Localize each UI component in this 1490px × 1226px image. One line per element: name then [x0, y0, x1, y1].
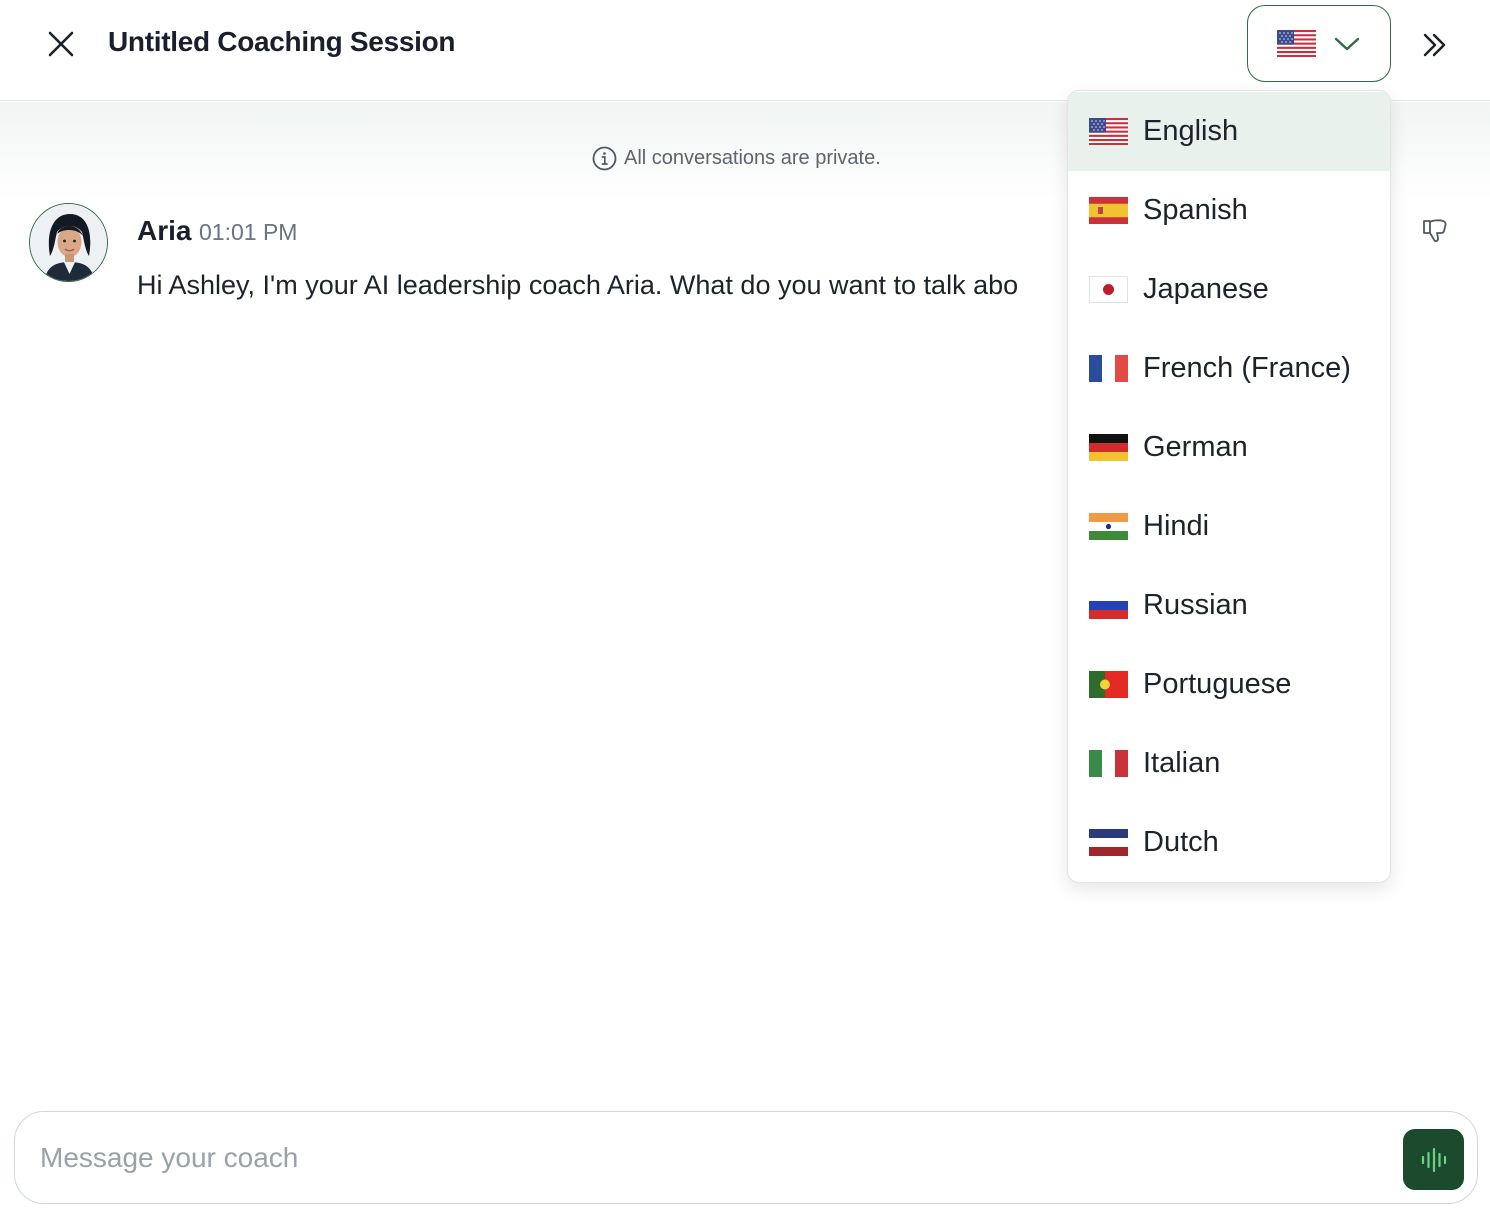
language-option-label: Japanese [1143, 273, 1269, 305]
thumbs-down-icon [1423, 219, 1447, 242]
close-icon [48, 31, 74, 57]
page-title: Untitled Coaching Session [108, 26, 456, 57]
france-flag-icon [1089, 355, 1128, 382]
message-composer [14, 1111, 1478, 1204]
language-option-label: French (France) [1143, 352, 1351, 384]
message-timestamp: 01:01 PM [199, 219, 298, 245]
privacy-text: All conversations are private. [624, 147, 881, 169]
language-option-italian[interactable]: Italian [1068, 724, 1390, 803]
language-selector-button[interactable] [1247, 5, 1391, 82]
language-option-label: Russian [1143, 589, 1248, 621]
italy-flag-icon [1089, 750, 1128, 777]
language-option-label: German [1143, 431, 1248, 463]
avatar [29, 203, 108, 282]
india-flag-icon [1089, 513, 1128, 540]
chevron-down-icon [1334, 37, 1360, 50]
language-option-label: Portuguese [1143, 668, 1292, 700]
double-chevron-right-icon [1423, 33, 1446, 57]
message-text: Hi Ashley, I'm your AI leadership coach … [137, 270, 1019, 300]
us-flag-icon [1277, 30, 1316, 57]
language-dropdown: English Spanish Japanese French (France) [1067, 90, 1391, 883]
language-option-label: Hindi [1143, 510, 1210, 542]
russia-flag-icon [1089, 592, 1128, 619]
us-flag-icon [1089, 118, 1128, 145]
message-sender: Aria [137, 215, 192, 246]
germany-flag-icon [1089, 434, 1128, 461]
language-option-label: Dutch [1143, 826, 1219, 858]
privacy-notice: All conversations are private. [592, 146, 881, 171]
portugal-flag-icon [1089, 671, 1128, 698]
language-option-hindi[interactable]: Hindi [1068, 487, 1390, 566]
language-option-dutch[interactable]: Dutch [1068, 803, 1390, 882]
language-option-portuguese[interactable]: Portuguese [1068, 645, 1390, 724]
japan-flag-icon [1089, 276, 1128, 303]
header: Untitled Coaching Session [0, 0, 1490, 101]
expand-panel-button[interactable] [1418, 28, 1452, 62]
close-button[interactable] [44, 27, 78, 61]
language-option-japanese[interactable]: Japanese [1068, 250, 1390, 329]
audio-waveform-icon [1421, 1147, 1446, 1172]
language-option-label: Italian [1143, 747, 1221, 779]
language-option-label: Spanish [1143, 194, 1248, 226]
spain-flag-icon [1089, 197, 1128, 224]
thumbs-down-button[interactable] [1420, 216, 1450, 246]
message-input[interactable] [40, 1136, 1340, 1180]
language-option-russian[interactable]: Russian [1068, 566, 1390, 645]
language-option-english[interactable]: English [1068, 92, 1390, 171]
language-option-german[interactable]: German [1068, 408, 1390, 487]
language-option-label: English [1143, 115, 1239, 147]
info-icon [592, 146, 617, 171]
netherlands-flag-icon [1089, 829, 1128, 856]
language-option-french[interactable]: French (France) [1068, 329, 1390, 408]
voice-input-button[interactable] [1403, 1129, 1464, 1190]
language-option-spanish[interactable]: Spanish [1068, 171, 1390, 250]
